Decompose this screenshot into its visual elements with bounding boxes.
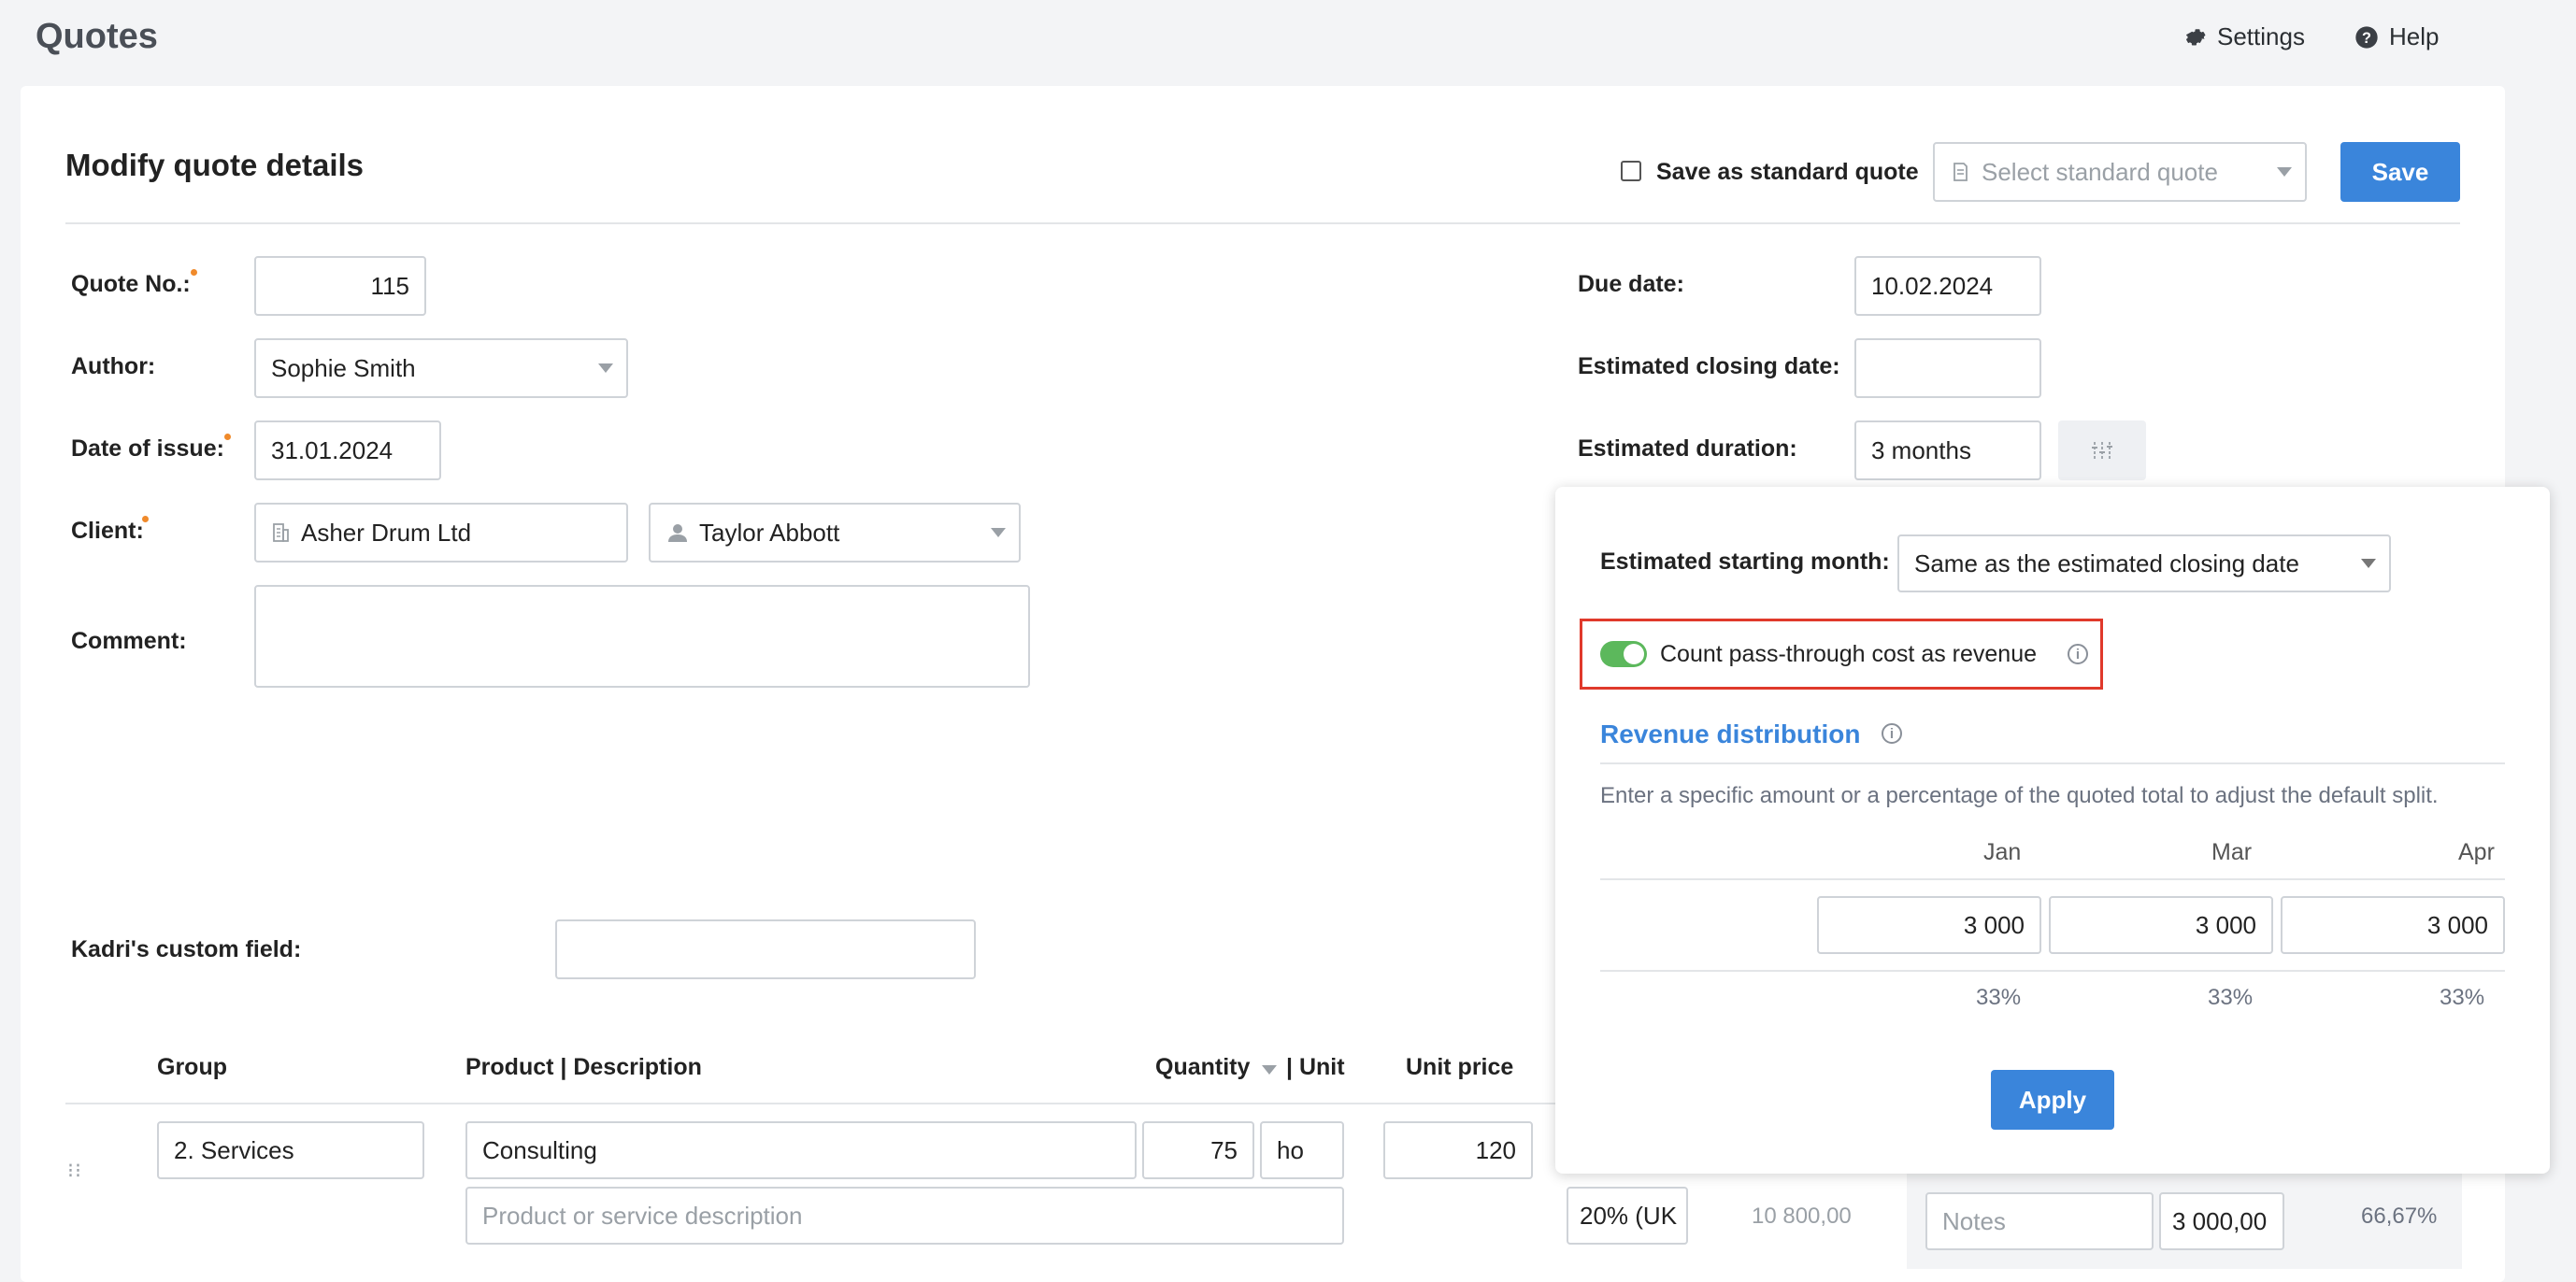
est-duration-label: Estimated duration: (1578, 435, 1797, 462)
revenue-hint: Enter a specific amount or a percentage … (1600, 783, 2439, 808)
info-icon[interactable]: i (2068, 644, 2088, 664)
pass-through-toggle[interactable] (1600, 641, 1647, 667)
quote-no-label: Quote No.: (71, 271, 191, 297)
building-icon (273, 523, 289, 542)
start-month-value: Same as the estimated closing date (1914, 548, 2299, 577)
col-unit-header: | Unit (1286, 1054, 1345, 1080)
custom-field-label: Kadri's custom field: (71, 936, 302, 962)
revenue-title: Revenue distribution (1600, 719, 1861, 748)
amount-input-1[interactable]: 3 000 (1817, 896, 2041, 954)
month-header-1: Jan (1983, 839, 2022, 865)
author-value: Sophie Smith (271, 353, 416, 382)
settings-link[interactable]: Settings (2182, 22, 2305, 51)
month-header-2: Mar (2211, 839, 2253, 865)
row-unit-input[interactable]: ho (1260, 1121, 1344, 1179)
est-closing-input[interactable] (1854, 338, 2041, 398)
save-standard-checkbox[interactable] (1621, 161, 1641, 181)
toggle-label: Count pass-through cost as revenue (1660, 641, 2038, 667)
percent-3: 33% (2440, 985, 2485, 1010)
required-indicator (224, 434, 231, 440)
table-divider (65, 1103, 1561, 1104)
page-title: Quotes (36, 17, 158, 56)
client-company-input[interactable]: Asher Drum Ltd (254, 503, 628, 563)
revenue-divider (1600, 762, 2505, 764)
chevron-down-icon (598, 363, 613, 373)
form-title: Modify quote details (65, 148, 365, 182)
date-issue-input[interactable]: 31.01.2024 (254, 420, 441, 480)
apply-button[interactable]: Apply (1991, 1070, 2114, 1130)
amount-input-2[interactable]: 3 000 (2049, 896, 2273, 954)
svg-text:?: ? (2362, 29, 2371, 46)
col-product-header: Product | Description (465, 1054, 702, 1080)
client-label: Client: (71, 518, 144, 544)
client-contact-value: Taylor Abbott (699, 518, 840, 547)
month-divider (1600, 878, 2505, 880)
person-icon (668, 524, 687, 542)
client-contact-select[interactable]: Taylor Abbott (649, 503, 1021, 563)
client-company-value: Asher Drum Ltd (301, 518, 472, 547)
row-amount-input[interactable]: 3 000,00 (2159, 1192, 2284, 1250)
row-unit-price-input[interactable]: 120 (1383, 1121, 1533, 1179)
help-link[interactable]: ? Help (2354, 22, 2439, 51)
save-standard-label: Save as standard quote (1656, 159, 1919, 185)
month-header-3: Apr (2458, 839, 2495, 865)
percent-1: 33% (1976, 985, 2022, 1010)
chevron-down-icon (991, 528, 1006, 537)
due-date-input[interactable]: 10.02.2024 (1854, 256, 2041, 316)
row-notes-input[interactable]: Notes (1925, 1192, 2154, 1250)
save-button[interactable]: Save (2340, 142, 2460, 202)
sort-down-icon[interactable] (1262, 1065, 1277, 1075)
divider (65, 222, 2460, 224)
select-standard-quote[interactable]: Select standard quote (1933, 142, 2307, 202)
row-vat-select[interactable]: 20% (UK (1567, 1187, 1688, 1245)
chevron-down-icon (2277, 167, 2292, 177)
due-date-label: Due date: (1578, 271, 1684, 297)
comment-label: Comment: (71, 628, 187, 654)
comment-textarea[interactable] (254, 585, 1030, 688)
notes-placeholder: Notes (1942, 1206, 2006, 1235)
row-quantity-input[interactable]: 75 (1142, 1121, 1254, 1179)
row-total: 10 800,00 (1752, 1204, 1852, 1229)
start-month-label: Estimated starting month: (1600, 548, 1890, 575)
est-duration-input[interactable]: 3 months (1854, 420, 2041, 480)
gear-icon (2186, 28, 2206, 46)
row-product-input[interactable]: Consulting (465, 1121, 1137, 1179)
date-issue-label: Date of issue: (71, 435, 224, 462)
drag-handle-icon[interactable]: ⁝⁝ (67, 1159, 82, 1183)
row-share: 66,67% (2361, 1204, 2438, 1229)
required-indicator (142, 516, 149, 522)
est-closing-label: Estimated closing date: (1578, 353, 1840, 379)
sliders-icon (2092, 442, 2112, 459)
percent-2: 33% (2208, 985, 2254, 1010)
amount-input-3[interactable]: 3 000 (2281, 896, 2505, 954)
duration-settings-button[interactable] (2058, 420, 2146, 480)
col-unit-price-header: Unit price (1406, 1054, 1514, 1080)
help-label: Help (2389, 22, 2440, 50)
settings-label: Settings (2217, 22, 2305, 50)
select-standard-placeholder: Select standard quote (1982, 157, 2218, 186)
custom-field-input[interactable] (555, 919, 976, 979)
quote-no-input[interactable]: 115 (254, 256, 426, 316)
row-group-input[interactable]: 2. Services (157, 1121, 424, 1179)
document-icon (1953, 163, 1968, 181)
col-group-header: Group (157, 1054, 227, 1080)
required-indicator (191, 269, 197, 276)
toggle-knob (1624, 644, 1644, 664)
info-icon[interactable]: i (1882, 723, 1902, 744)
author-select[interactable]: Sophie Smith (254, 338, 628, 398)
row-description-textarea[interactable]: Product or service description (465, 1187, 1344, 1245)
description-placeholder: Product or service description (482, 1201, 803, 1230)
author-label: Author: (71, 353, 156, 379)
start-month-select[interactable]: Same as the estimated closing date (1897, 534, 2391, 592)
chevron-down-icon (2361, 559, 2376, 568)
help-icon: ? (2355, 25, 2378, 49)
amount-divider (1600, 970, 2505, 972)
col-quantity-header[interactable]: Quantity (1155, 1054, 1250, 1081)
